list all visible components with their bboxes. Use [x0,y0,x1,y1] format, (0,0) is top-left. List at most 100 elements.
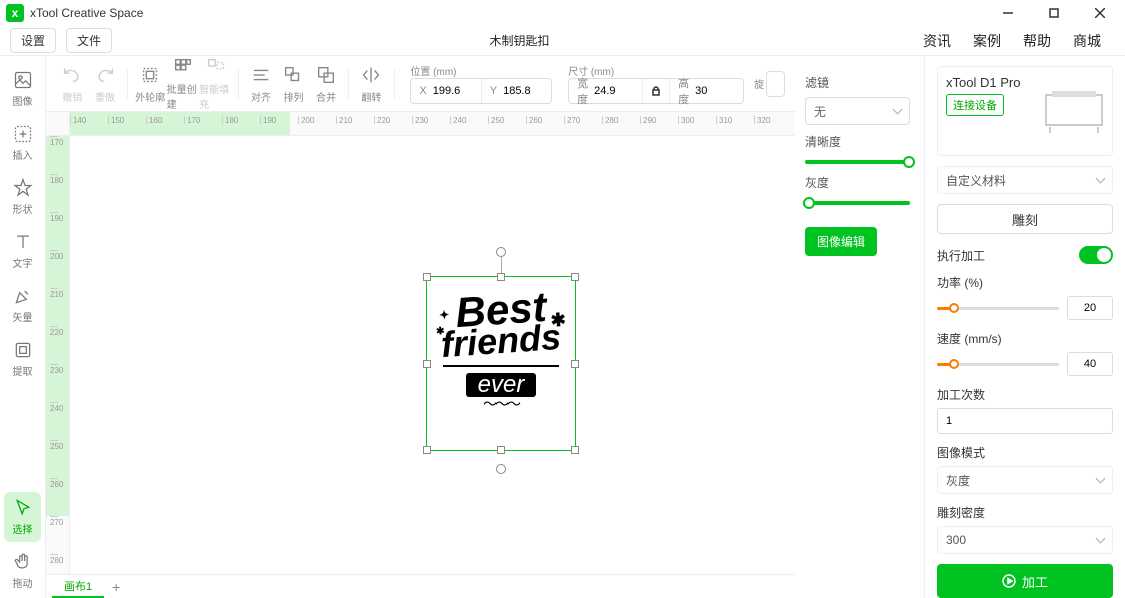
bottom-handle[interactable] [496,464,506,474]
filter-select[interactable]: 无 [805,97,910,125]
gray-slider[interactable] [805,201,910,205]
outline-icon [139,64,161,86]
resize-handle-w[interactable] [423,360,431,368]
canvas[interactable]: Best friends ever [70,136,795,550]
size-label: 尺寸 (mm) [568,63,738,78]
rotation-input[interactable] [766,71,785,97]
pass-input[interactable] [937,408,1113,434]
tool-vector[interactable]: 矢量 [4,280,41,330]
resize-handle-se[interactable] [571,446,579,454]
sharpness-slider[interactable] [805,160,910,164]
ruler-horizontal: 1401501601701801902002102202302402502602… [70,112,795,136]
speed-label: 速度 (mm/s) [937,330,1113,347]
undo-icon [61,64,83,86]
resize-handle-nw[interactable] [423,273,431,281]
settings-button[interactable]: 设置 [10,28,56,53]
power-label: 功率 (%) [937,274,1113,291]
height-input[interactable] [695,85,735,97]
size-inputs: 宽度 高度 [568,78,744,104]
document-title: 木制钥匙扣 [122,32,917,49]
nav-cases[interactable]: 案例 [973,31,1001,51]
canvas-tab-1[interactable]: 画布1 [52,576,104,598]
extract-icon [13,340,33,360]
material-select[interactable]: 自定义材料 [937,166,1113,194]
resize-handle-s[interactable] [497,446,505,454]
resize-handle-sw[interactable] [423,446,431,454]
nav-store[interactable]: 商城 [1073,31,1101,51]
density-select[interactable]: 300 [937,526,1113,554]
top-toolbar: 撤销 重做 外轮廓 批量创建 智能填充 对齐 排列 合并 翻转 位置 (mm) … [46,56,795,112]
position-label: 位置 (mm) [410,63,546,78]
text-icon [13,232,33,252]
density-label: 雕刻密度 [937,504,1113,521]
power-slider[interactable] [937,307,1059,310]
lock-icon[interactable] [651,86,661,96]
pen-icon [13,286,33,306]
play-icon [1002,574,1016,588]
ruler-vertical: 170180190200210220230240250260270280 [46,136,70,574]
redo-icon [94,64,116,86]
tool-select[interactable]: 选择 [4,492,41,542]
power-input[interactable] [1067,296,1113,320]
combine-button[interactable]: 合并 [310,64,343,104]
canvas-area: 1401501601701801902002102202302402502602… [46,112,795,574]
image-mode-label: 图像模式 [937,444,1113,461]
connect-device-button[interactable]: 连接设备 [946,94,1004,116]
rotate-handle[interactable] [496,247,506,257]
y-input[interactable] [503,85,543,97]
chevron-down-icon [1097,533,1104,547]
hand-icon [13,552,33,572]
align-button[interactable]: 对齐 [245,64,278,104]
speed-slider[interactable] [937,363,1059,366]
add-canvas-button[interactable]: + [104,579,128,595]
file-button[interactable]: 文件 [66,28,112,53]
execute-label: 执行加工 [937,247,985,264]
tool-shape[interactable]: 形状 [4,172,41,222]
undo-button[interactable]: 撤销 [56,64,89,104]
process-button[interactable]: 加工 [937,564,1113,598]
window-close-button[interactable] [1077,0,1123,26]
position-inputs: X Y [410,78,552,104]
image-mode-select[interactable]: 灰度 [937,466,1113,494]
cursor-icon [13,498,33,518]
redo-button[interactable]: 重做 [89,64,122,104]
titlebar: x xTool Creative Space [0,0,1125,26]
device-card: xTool D1 Pro 连接设备 [937,66,1113,156]
app-logo: x [6,4,24,22]
speed-input[interactable] [1067,352,1113,376]
tool-drag[interactable]: 拖动 [4,546,41,596]
resize-handle-n[interactable] [497,273,505,281]
arrange-button[interactable]: 排列 [277,64,310,104]
right-panel: xTool D1 Pro 连接设备 自定义材料 雕刻 执行加工 功率 (%) 速… [925,56,1125,598]
arrange-icon [282,64,304,86]
machine-icon [1042,85,1106,135]
flip-button[interactable]: 翻转 [355,64,388,104]
execute-toggle[interactable] [1079,246,1113,264]
window-minimize-button[interactable] [985,0,1031,26]
filter-panel: 滤镜 无 清晰度 灰度 图像编辑 [795,56,925,598]
tool-text[interactable]: 文字 [4,226,41,276]
tool-image[interactable]: 图像 [4,64,41,114]
batch-button[interactable]: 批量创建 [167,56,200,111]
nav-help[interactable]: 帮助 [1023,31,1051,51]
canvas-tabs: 画布1 + [46,574,795,598]
resize-handle-e[interactable] [571,360,579,368]
image-edit-button[interactable]: 图像编辑 [805,227,877,256]
smartfill-button[interactable]: 智能填充 [199,56,232,111]
filter-label: 滤镜 [805,74,910,91]
outline-button[interactable]: 外轮廓 [134,64,167,104]
insert-icon [13,124,33,144]
design-artwork: Best friends ever [435,281,567,446]
selection-box[interactable]: Best friends ever [426,276,576,451]
sharpness-label: 清晰度 [805,133,910,150]
tool-insert[interactable]: 插入 [4,118,41,168]
tool-extract[interactable]: 提取 [4,334,41,384]
nav-news[interactable]: 资讯 [923,31,951,51]
window-maximize-button[interactable] [1031,0,1077,26]
resize-handle-ne[interactable] [571,273,579,281]
combine-icon [315,64,337,86]
mode-button[interactable]: 雕刻 [937,204,1113,234]
pass-label: 加工次数 [937,386,1113,403]
width-input[interactable] [594,85,634,97]
x-input[interactable] [433,85,473,97]
